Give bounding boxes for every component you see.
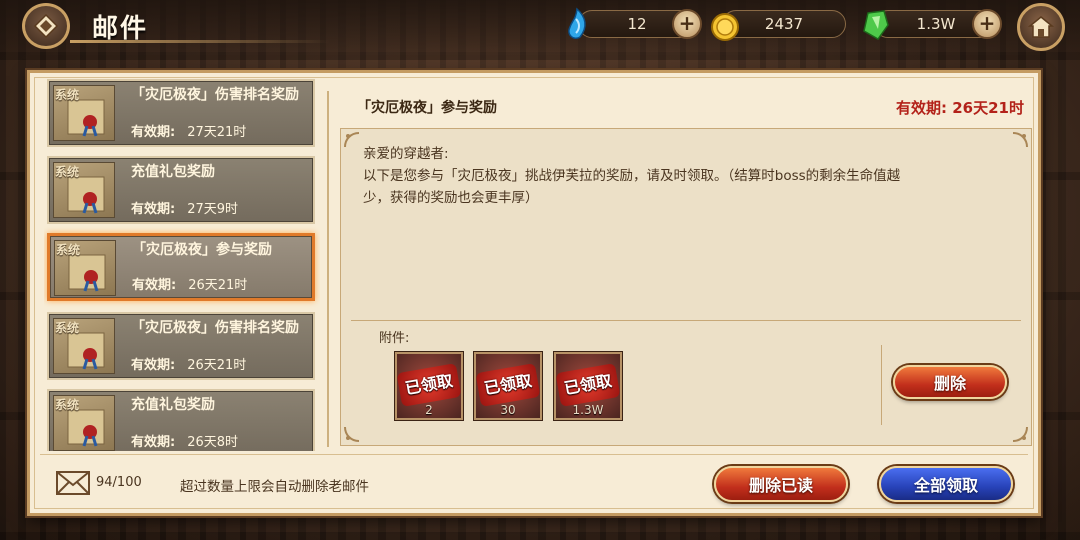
scroll-letter-icon: 系统 — [54, 240, 116, 296]
mail-greeting: 亲爱的穿越者: — [363, 146, 449, 162]
attachment-count: 2 — [425, 403, 433, 417]
mail-title: 充值礼包奖励 — [131, 164, 215, 180]
attachment-item[interactable]: 已领取 2 — [395, 352, 463, 420]
mail-expire: 有效期: 26天21时 — [131, 358, 247, 373]
attachment-count: 1.3W — [572, 403, 604, 417]
scroll-letter-icon: 系统 — [53, 162, 115, 218]
mail-panel: 系统 「灾厄极夜」伤害排名奖励 有效期: 27天21时 系统 充值礼包奖励 有效期… — [27, 70, 1041, 516]
attachment-divider — [881, 345, 882, 425]
mail-list-item[interactable]: 系统 「灾厄极夜」伤害排名奖励 有效期: 27天21时 — [47, 79, 315, 147]
back-button[interactable] — [22, 3, 70, 49]
mail-message: 以下是您参与「灾厄极夜」挑战伊芙拉的奖励，请及时领取。（结算时boss的剩余生命… — [363, 168, 901, 206]
footer-separator — [40, 454, 1028, 455]
delete-button[interactable]: 删除 — [893, 365, 1007, 399]
mail-list-item-selected[interactable]: 系统 「灾厄极夜」参与奖励 有效期: 26天21时 — [47, 233, 315, 301]
corner-ornament-icon — [344, 426, 360, 442]
scroll-letter-icon: 系统 — [53, 85, 115, 141]
attachment-count: 30 — [500, 403, 516, 417]
crystal-count: 1.3W — [916, 15, 956, 33]
claim-all-button[interactable]: 全部领取 — [879, 466, 1013, 502]
list-divider — [327, 91, 329, 447]
attachment-item[interactable]: 已领取 30 — [474, 352, 542, 420]
mail-expire: 有效期: 27天21时 — [131, 125, 247, 140]
mail-list[interactable]: 系统 「灾厄极夜」伤害排名奖励 有效期: 27天21时 系统 充值礼包奖励 有效期… — [44, 79, 320, 451]
system-tag: 系统 — [56, 243, 81, 257]
mail-count: 94/100 — [96, 475, 142, 490]
claimed-stamp: 已领取 — [475, 363, 541, 407]
gold-coin-icon — [711, 13, 739, 41]
blue-gem-icon — [568, 7, 586, 39]
mail-content-box: 亲爱的穿越者: 以下是您参与「灾厄极夜」挑战伊芙拉的奖励，请及时领取。（结算时b… — [340, 128, 1032, 446]
scroll-letter-icon: 系统 — [53, 318, 115, 374]
home-button[interactable] — [1017, 3, 1065, 51]
home-icon — [1028, 16, 1054, 38]
crystal-add-button[interactable]: + — [972, 9, 1002, 39]
detail-title: 「灾厄极夜」参与奖励 — [357, 100, 497, 116]
gold-count: 2437 — [764, 15, 804, 33]
corner-ornament-icon — [344, 132, 360, 148]
mail-title: 充值礼包奖励 — [131, 397, 215, 413]
mail-title: 「灾厄极夜」参与奖励 — [132, 242, 272, 258]
mail-expire: 有效期: 27天9时 — [131, 202, 239, 217]
title-underline — [70, 40, 330, 43]
scroll-letter-icon: 系统 — [53, 395, 115, 451]
detail-expire: 有效期: 26天21时 — [896, 99, 1024, 117]
envelope-icon — [56, 471, 90, 495]
system-tag: 系统 — [55, 88, 80, 102]
corner-ornament-icon — [1012, 132, 1028, 148]
gem-add-button[interactable]: + — [672, 9, 702, 39]
mail-title: 「灾厄极夜」伤害排名奖励 — [131, 320, 299, 336]
mail-expire: 有效期: 26天8时 — [131, 435, 239, 450]
claimed-stamp: 已领取 — [555, 363, 621, 407]
mail-list-item[interactable]: 系统 充值礼包奖励 有效期: 27天9时 — [47, 156, 315, 224]
gold-counter: 2437 — [722, 10, 846, 38]
claimed-stamp: 已领取 — [396, 363, 462, 407]
green-crystal-icon — [863, 10, 889, 40]
mail-title: 「灾厄极夜」伤害排名奖励 — [131, 87, 299, 103]
diamond-back-icon — [33, 13, 59, 39]
mail-list-item[interactable]: 系统 充值礼包奖励 有效期: 26天8时 — [47, 389, 315, 451]
delete-read-button[interactable]: 删除已读 — [714, 466, 848, 502]
mail-body: 亲爱的穿越者: 以下是您参与「灾厄极夜」挑战伊芙拉的奖励，请及时领取。（结算时b… — [363, 143, 923, 209]
attachment-item[interactable]: 已领取 1.3W — [554, 352, 622, 420]
mail-limit-note: 超过数量上限会自动删除老邮件 — [180, 479, 369, 495]
gem-count: 12 — [627, 15, 647, 33]
attachment-separator — [351, 320, 1021, 321]
system-tag: 系统 — [55, 165, 80, 179]
mail-list-item[interactable]: 系统 「灾厄极夜」伤害排名奖励 有效期: 26天21时 — [47, 312, 315, 380]
corner-ornament-icon — [1012, 426, 1028, 442]
top-bar: 邮件 12 + 2437 1.3W + — [0, 0, 1080, 52]
attachments-label: 附件: — [379, 331, 410, 346]
system-tag: 系统 — [55, 398, 80, 412]
mail-expire: 有效期: 26天21时 — [132, 278, 248, 293]
system-tag: 系统 — [55, 321, 80, 335]
